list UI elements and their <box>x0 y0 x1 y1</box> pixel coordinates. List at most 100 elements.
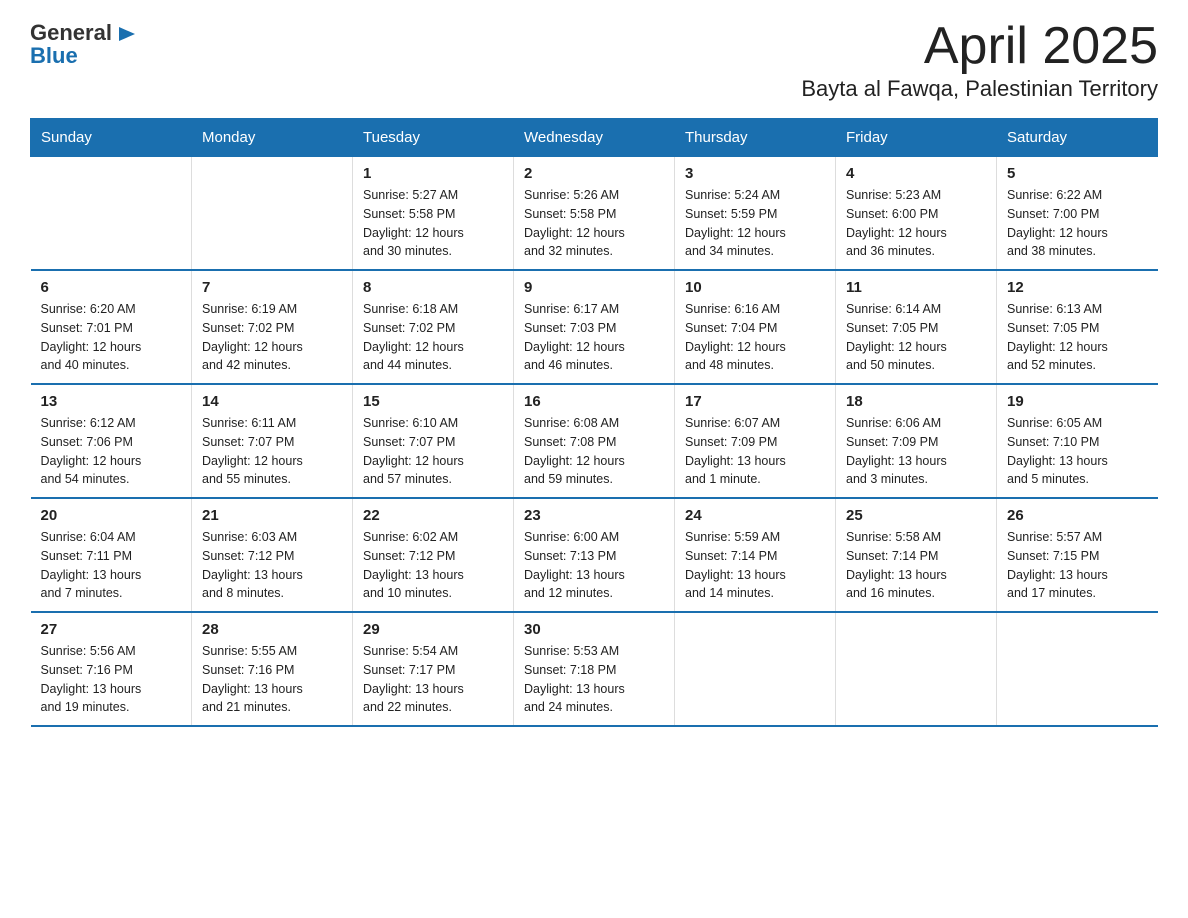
calendar-header-row: Sunday Monday Tuesday Wednesday Thursday… <box>31 119 1158 157</box>
logo-blue-text: Blue <box>30 43 137 68</box>
table-row: 12 Sunrise: 6:13 AM Sunset: 7:05 PM Dayli… <box>997 270 1158 384</box>
day-info: Sunrise: 5:55 AM Sunset: 7:16 PM Dayligh… <box>202 642 342 717</box>
day-info: Sunrise: 6:16 AM Sunset: 7:04 PM Dayligh… <box>685 300 825 375</box>
day-number: 17 <box>685 393 825 410</box>
table-row: 4 Sunrise: 5:23 AM Sunset: 6:00 PM Daylig… <box>836 157 997 271</box>
day-number: 21 <box>202 507 342 524</box>
day-info: Sunrise: 6:00 AM Sunset: 7:13 PM Dayligh… <box>524 528 664 603</box>
logo: General Blue <box>30 20 137 69</box>
table-row: 26 Sunrise: 5:57 AM Sunset: 7:15 PM Dayli… <box>997 498 1158 612</box>
table-row <box>836 612 997 726</box>
title-block: April 2025 Bayta al Fawqa, Palestinian T… <box>801 20 1158 102</box>
day-info: Sunrise: 6:18 AM Sunset: 7:02 PM Dayligh… <box>363 300 503 375</box>
table-row: 24Sunrise: 5:59 AM Sunset: 7:14 PM Dayli… <box>675 498 836 612</box>
table-row: 10 Sunrise: 6:16 AM Sunset: 7:04 PM Dayli… <box>675 270 836 384</box>
col-tuesday: Tuesday <box>353 119 514 157</box>
page-subtitle: Bayta al Fawqa, Palestinian Territory <box>801 76 1158 102</box>
day-number: 28 <box>202 621 342 638</box>
day-number: 7 <box>202 279 342 296</box>
day-number: 25 <box>846 507 986 524</box>
col-monday: Monday <box>192 119 353 157</box>
calendar-table: Sunday Monday Tuesday Wednesday Thursday… <box>30 118 1158 727</box>
col-thursday: Thursday <box>675 119 836 157</box>
table-row: 25Sunrise: 5:58 AM Sunset: 7:14 PM Dayli… <box>836 498 997 612</box>
day-number: 5 <box>1007 165 1148 182</box>
col-wednesday: Wednesday <box>514 119 675 157</box>
day-info: Sunrise: 5:59 AM Sunset: 7:14 PM Dayligh… <box>685 528 825 603</box>
table-row: 14 Sunrise: 6:11 AM Sunset: 7:07 PM Dayli… <box>192 384 353 498</box>
day-info: Sunrise: 6:03 AM Sunset: 7:12 PM Dayligh… <box>202 528 342 603</box>
day-info: Sunrise: 5:23 AM Sunset: 6:00 PM Dayligh… <box>846 186 986 261</box>
table-row: 29 Sunrise: 5:54 AM Sunset: 7:17 PM Dayli… <box>353 612 514 726</box>
day-info: Sunrise: 6:14 AM Sunset: 7:05 PM Dayligh… <box>846 300 986 375</box>
table-row: 8 Sunrise: 6:18 AM Sunset: 7:02 PM Daylig… <box>353 270 514 384</box>
table-row: 28 Sunrise: 5:55 AM Sunset: 7:16 PM Dayli… <box>192 612 353 726</box>
col-friday: Friday <box>836 119 997 157</box>
day-info: Sunrise: 5:26 AM Sunset: 5:58 PM Dayligh… <box>524 186 664 261</box>
table-row: 6 Sunrise: 6:20 AM Sunset: 7:01 PM Daylig… <box>31 270 192 384</box>
day-info: Sunrise: 6:07 AM Sunset: 7:09 PM Dayligh… <box>685 414 825 489</box>
day-info: Sunrise: 6:13 AM Sunset: 7:05 PM Dayligh… <box>1007 300 1148 375</box>
day-info: Sunrise: 6:12 AM Sunset: 7:06 PM Dayligh… <box>41 414 182 489</box>
day-number: 6 <box>41 279 182 296</box>
table-row: 20 Sunrise: 6:04 AM Sunset: 7:11 PM Dayli… <box>31 498 192 612</box>
table-row: 19Sunrise: 6:05 AM Sunset: 7:10 PM Dayli… <box>997 384 1158 498</box>
day-number: 26 <box>1007 507 1148 524</box>
table-row: 27Sunrise: 5:56 AM Sunset: 7:16 PM Dayli… <box>31 612 192 726</box>
day-number: 2 <box>524 165 664 182</box>
day-info: Sunrise: 5:53 AM Sunset: 7:18 PM Dayligh… <box>524 642 664 717</box>
day-number: 8 <box>363 279 503 296</box>
calendar-week-row: 1 Sunrise: 5:27 AM Sunset: 5:58 PM Daylig… <box>31 157 1158 271</box>
day-number: 20 <box>41 507 182 524</box>
day-number: 29 <box>363 621 503 638</box>
table-row <box>31 157 192 271</box>
table-row: 1 Sunrise: 5:27 AM Sunset: 5:58 PM Daylig… <box>353 157 514 271</box>
col-saturday: Saturday <box>997 119 1158 157</box>
day-info: Sunrise: 6:06 AM Sunset: 7:09 PM Dayligh… <box>846 414 986 489</box>
day-info: Sunrise: 6:04 AM Sunset: 7:11 PM Dayligh… <box>41 528 182 603</box>
day-number: 18 <box>846 393 986 410</box>
day-number: 4 <box>846 165 986 182</box>
table-row: 17 Sunrise: 6:07 AM Sunset: 7:09 PM Dayli… <box>675 384 836 498</box>
page-title: April 2025 <box>801 20 1158 72</box>
col-sunday: Sunday <box>31 119 192 157</box>
day-info: Sunrise: 6:17 AM Sunset: 7:03 PM Dayligh… <box>524 300 664 375</box>
day-info: Sunrise: 5:54 AM Sunset: 7:17 PM Dayligh… <box>363 642 503 717</box>
calendar-week-row: 20 Sunrise: 6:04 AM Sunset: 7:11 PM Dayli… <box>31 498 1158 612</box>
logo-arrow-icon <box>115 23 137 45</box>
day-info: Sunrise: 6:22 AM Sunset: 7:00 PM Dayligh… <box>1007 186 1148 261</box>
table-row <box>192 157 353 271</box>
logo-container: General Blue <box>30 20 137 69</box>
calendar-week-row: 27Sunrise: 5:56 AM Sunset: 7:16 PM Dayli… <box>31 612 1158 726</box>
day-info: Sunrise: 6:11 AM Sunset: 7:07 PM Dayligh… <box>202 414 342 489</box>
day-number: 10 <box>685 279 825 296</box>
table-row <box>997 612 1158 726</box>
table-row: 11 Sunrise: 6:14 AM Sunset: 7:05 PM Dayli… <box>836 270 997 384</box>
table-row: 3Sunrise: 5:24 AM Sunset: 5:59 PM Daylig… <box>675 157 836 271</box>
day-number: 11 <box>846 279 986 296</box>
table-row: 23 Sunrise: 6:00 AM Sunset: 7:13 PM Dayli… <box>514 498 675 612</box>
day-number: 12 <box>1007 279 1148 296</box>
day-info: Sunrise: 5:57 AM Sunset: 7:15 PM Dayligh… <box>1007 528 1148 603</box>
day-number: 23 <box>524 507 664 524</box>
day-info: Sunrise: 6:20 AM Sunset: 7:01 PM Dayligh… <box>41 300 182 375</box>
day-number: 27 <box>41 621 182 638</box>
day-info: Sunrise: 6:02 AM Sunset: 7:12 PM Dayligh… <box>363 528 503 603</box>
table-row: 22Sunrise: 6:02 AM Sunset: 7:12 PM Dayli… <box>353 498 514 612</box>
day-number: 19 <box>1007 393 1148 410</box>
table-row: 13 Sunrise: 6:12 AM Sunset: 7:06 PM Dayli… <box>31 384 192 498</box>
table-row <box>675 612 836 726</box>
day-info: Sunrise: 5:24 AM Sunset: 5:59 PM Dayligh… <box>685 186 825 261</box>
table-row: 5 Sunrise: 6:22 AM Sunset: 7:00 PM Daylig… <box>997 157 1158 271</box>
day-number: 14 <box>202 393 342 410</box>
day-info: Sunrise: 6:19 AM Sunset: 7:02 PM Dayligh… <box>202 300 342 375</box>
calendar-week-row: 6 Sunrise: 6:20 AM Sunset: 7:01 PM Daylig… <box>31 270 1158 384</box>
day-info: Sunrise: 5:27 AM Sunset: 5:58 PM Dayligh… <box>363 186 503 261</box>
table-row: 30Sunrise: 5:53 AM Sunset: 7:18 PM Dayli… <box>514 612 675 726</box>
table-row: 18 Sunrise: 6:06 AM Sunset: 7:09 PM Dayli… <box>836 384 997 498</box>
table-row: 21 Sunrise: 6:03 AM Sunset: 7:12 PM Dayli… <box>192 498 353 612</box>
table-row: 15Sunrise: 6:10 AM Sunset: 7:07 PM Dayli… <box>353 384 514 498</box>
day-number: 13 <box>41 393 182 410</box>
day-info: Sunrise: 6:08 AM Sunset: 7:08 PM Dayligh… <box>524 414 664 489</box>
day-number: 1 <box>363 165 503 182</box>
